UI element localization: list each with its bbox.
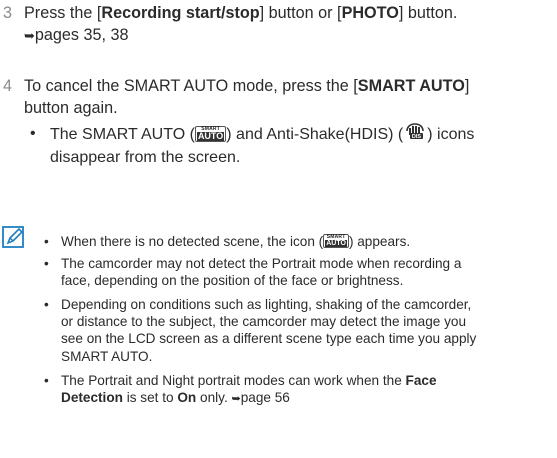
- text: To cancel the SMART AUTO mode, press the…: [24, 77, 358, 95]
- line: see on the LCD screen as a different sce…: [61, 331, 477, 347]
- manual-page: { "steps": [ { "number": "3", "line1_pre…: [0, 0, 557, 458]
- line: face, depending on the position of the f…: [61, 273, 404, 289]
- badge-bottom: AUTO: [325, 240, 347, 248]
- button-name: PHOTO: [341, 4, 399, 22]
- text: ]: [464, 77, 470, 95]
- step-number: 3: [3, 4, 13, 22]
- smart-auto-icon: SMART AUTO: [194, 126, 227, 142]
- text: When there is no detected scene, the ico…: [61, 234, 324, 249]
- line: Detection is set to On only. ➥page 56: [61, 389, 551, 408]
- page-ref-arrow-icon: ➥: [231, 393, 241, 406]
- text: ) and Anti-Shake(HDIS) (: [226, 126, 404, 144]
- note-4-text: The Portrait and Night portrait modes ca…: [61, 372, 551, 408]
- bullet: •: [44, 234, 49, 249]
- button-name: Recording start/stop: [101, 4, 260, 22]
- setting-value: On: [177, 390, 197, 406]
- page-reference: pages 35, 38: [34, 26, 129, 44]
- page-ref-arrow-icon: ➥: [24, 28, 35, 43]
- bullet: •: [44, 297, 49, 312]
- line: The Portrait and Night portrait modes ca…: [61, 372, 551, 389]
- text: is set to: [122, 390, 178, 406]
- badge-bottom: AUTO: [196, 131, 225, 141]
- step-4-bullet-text: The SMART AUTO (SMART AUTO) and Anti-Shak…: [50, 123, 550, 168]
- line: Depending on conditions such as lighting…: [61, 297, 472, 312]
- step-3-line-1: Press the [Recording start/stop] button …: [24, 2, 549, 24]
- step-4-line-1: To cancel the SMART AUTO mode, press the…: [24, 75, 549, 97]
- text: only.: [196, 390, 232, 406]
- step-3-line-2: ➥pages 35, 38: [24, 24, 549, 47]
- menu-item: Face: [405, 373, 437, 388]
- text: Press the [: [24, 4, 102, 22]
- note-1-text: When there is no detected scene, the ico…: [61, 233, 551, 250]
- bullet-line-1: The SMART AUTO (SMART AUTO) and Anti-Shak…: [50, 123, 550, 147]
- text: ) icons: [427, 126, 475, 144]
- step-number: 4: [3, 77, 13, 95]
- text: The SMART AUTO (: [50, 126, 195, 144]
- hdis-label: DIS: [412, 134, 422, 140]
- bullet-line-2: disappear from the screen.: [50, 149, 241, 166]
- step-4-line-2: button again.: [24, 99, 118, 117]
- note-icon: [2, 226, 26, 250]
- text: ] button or [: [259, 4, 342, 22]
- smart-auto-icon: SMART AUTO: [323, 234, 349, 249]
- page-reference: page 56: [240, 390, 290, 406]
- text: ] button.: [398, 4, 458, 22]
- line: SMART AUTO.: [61, 348, 153, 364]
- button-name: SMART AUTO: [357, 77, 465, 95]
- note-3-text: Depending on conditions such as lighting…: [61, 296, 551, 365]
- anti-shake-hdis-icon: DIS: [403, 122, 427, 146]
- line: or distance to the subject, the camcorde…: [61, 314, 467, 330]
- text: The Portrait and Night portrait modes ca…: [61, 373, 406, 388]
- bullet: •: [30, 125, 36, 142]
- bullet: •: [44, 256, 49, 271]
- text: ) appears.: [348, 234, 411, 249]
- note-2-text: The camcorder may not detect the Portrai…: [61, 255, 551, 289]
- menu-item: Detection: [61, 390, 123, 406]
- bullet: •: [44, 373, 49, 388]
- step-3-text: Press the [Recording start/stop] button …: [24, 2, 549, 47]
- step-4-text: To cancel the SMART AUTO mode, press the…: [24, 75, 549, 119]
- line: The camcorder may not detect the Portrai…: [61, 256, 462, 271]
